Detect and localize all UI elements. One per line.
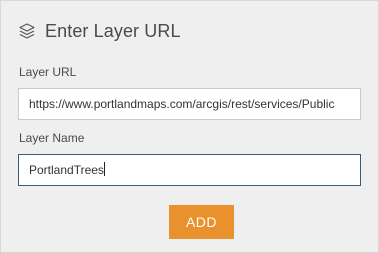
add-layer-panel: Enter Layer URL Layer URL https://www.po… (0, 0, 379, 253)
layer-name-label: Layer Name (19, 131, 85, 145)
layer-name-value: PortlandTrees (29, 163, 104, 177)
layer-url-value: https://www.portlandmaps.com/arcgis/rest… (29, 97, 335, 111)
layer-url-label: Layer URL (19, 65, 77, 79)
add-button[interactable]: ADD (169, 205, 234, 239)
panel-header: Enter Layer URL (18, 19, 181, 43)
layer-url-input[interactable]: https://www.portlandmaps.com/arcgis/rest… (18, 88, 361, 120)
panel-title: Enter Layer URL (45, 20, 181, 41)
layer-name-input[interactable]: PortlandTrees (18, 154, 361, 186)
layers-icon (18, 22, 36, 40)
text-caret (103, 162, 105, 176)
